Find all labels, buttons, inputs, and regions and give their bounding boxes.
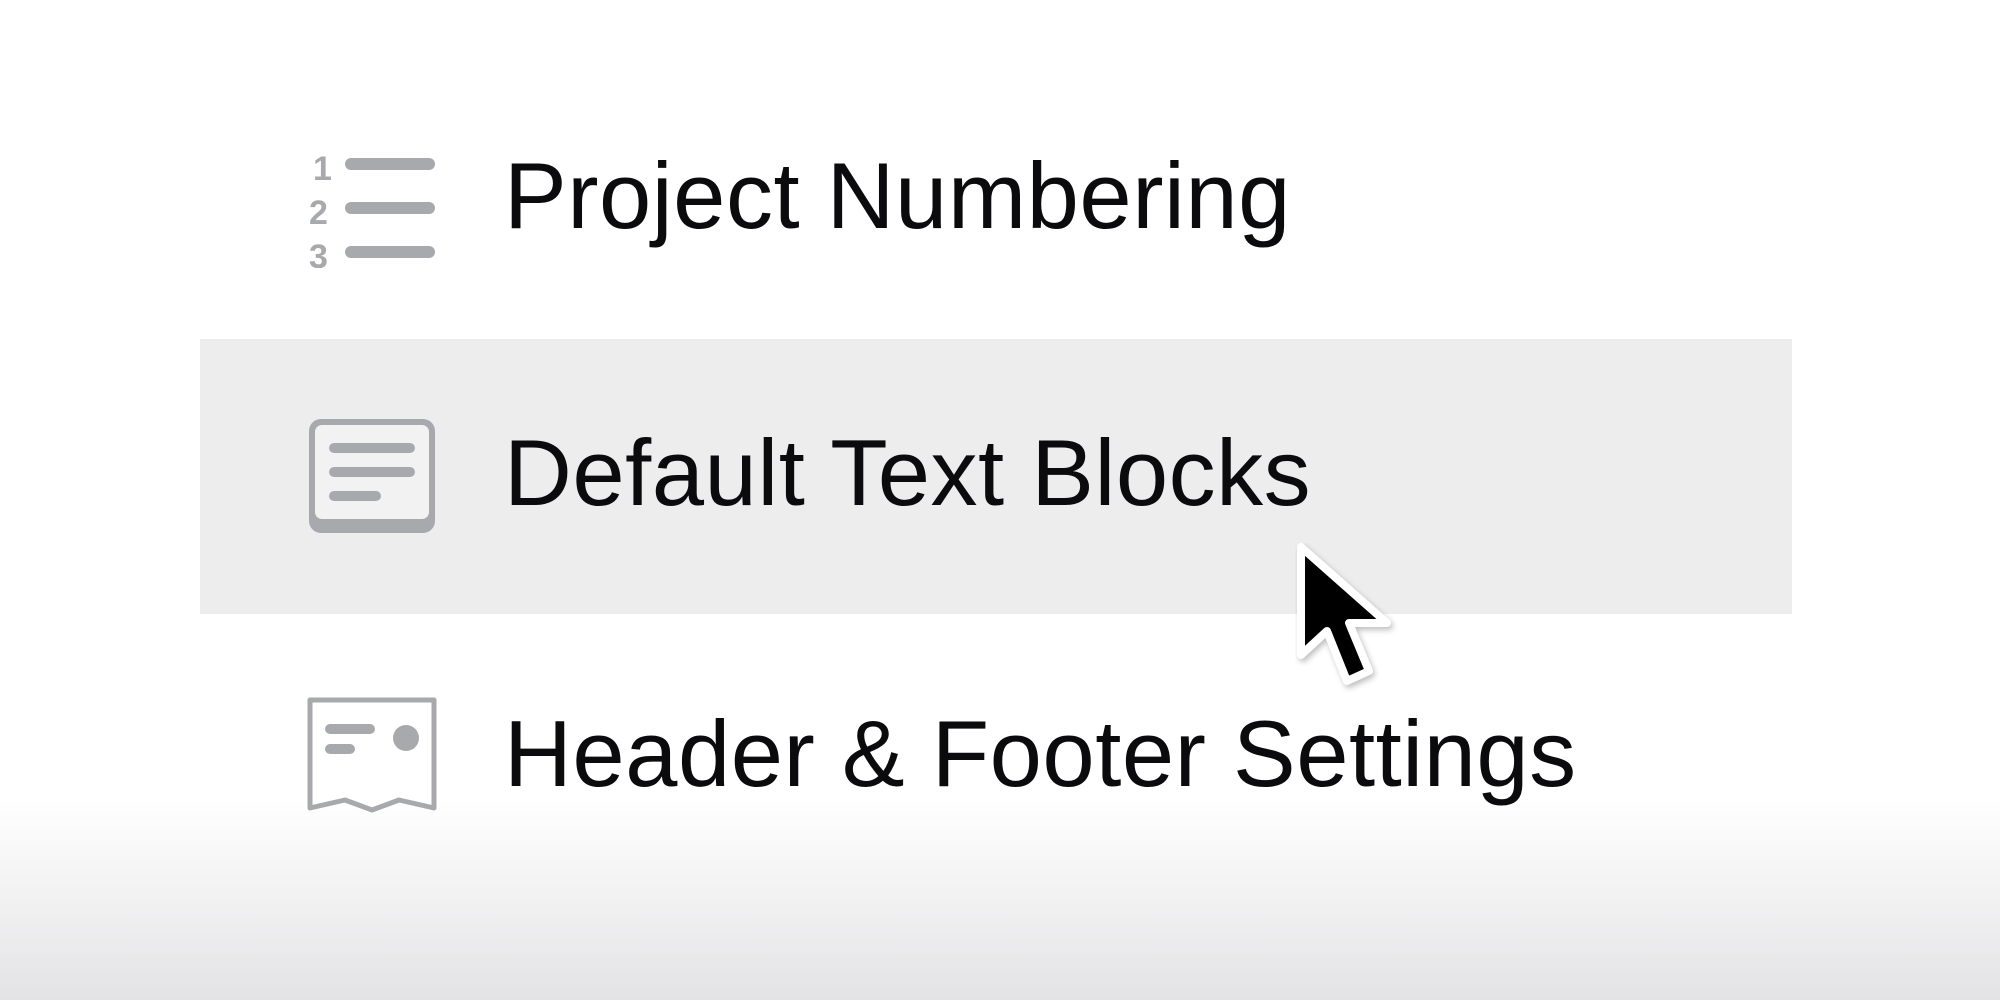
mouse-pointer-icon <box>1297 543 1391 685</box>
menu-item-project-numbering[interactable]: 1 2 3 Project Numbering <box>200 62 1792 337</box>
menu-item-default-text-blocks[interactable]: Default Text Blocks <box>200 339 1792 614</box>
svg-text:3: 3 <box>309 238 328 268</box>
menu-item-label: Header & Footer Settings <box>504 700 1577 806</box>
text-block-icon <box>305 409 441 545</box>
menu-item-label: Project Numbering <box>504 142 1291 248</box>
settings-menu: 1 2 3 Project Numbering Default Text Blo… <box>0 0 2000 1000</box>
svg-text:2: 2 <box>309 194 328 232</box>
svg-text:1: 1 <box>313 150 332 188</box>
menu-item-header-footer-settings[interactable]: Header & Footer Settings <box>200 620 1792 895</box>
menu-item-label: Default Text Blocks <box>504 419 1312 525</box>
header-footer-icon <box>305 690 441 826</box>
numbered-list-icon: 1 2 3 <box>305 132 441 268</box>
